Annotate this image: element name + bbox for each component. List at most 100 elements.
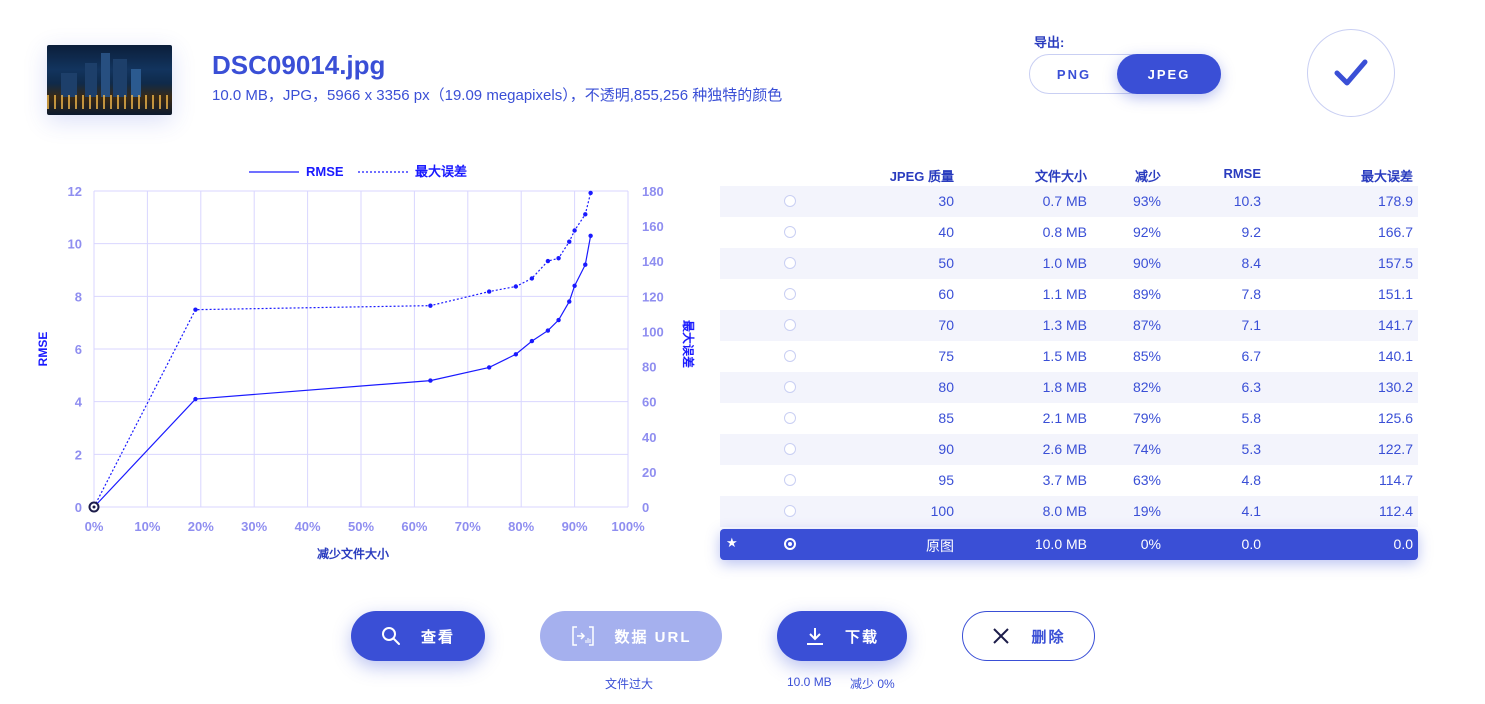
format-png-option[interactable]: PNG (1030, 54, 1118, 94)
y2-tick-label: 80 (642, 360, 656, 375)
data-url-button[interactable]: 数据 URL (540, 611, 722, 661)
cell-rmse: 10.3 (1233, 193, 1261, 209)
rmse-point (567, 299, 572, 304)
quality-radio[interactable] (784, 319, 796, 331)
table-row[interactable]: 75 1.5 MB 85% 6.7 140.1 (720, 341, 1418, 372)
export-label: 导出: (1034, 35, 1065, 50)
quality-table: JPEG 质量 文件大小 减少 RMSE 最大误差 30 0.7 MB 93% 10.… (720, 160, 1418, 560)
delete-button[interactable]: 删除 (962, 611, 1095, 661)
y2-tick-label: 60 (642, 395, 656, 410)
quality-radio[interactable] (784, 443, 796, 455)
table-row[interactable]: ★ 原图 10.0 MB 0% 0.0 0.0 (720, 529, 1418, 560)
table-row[interactable]: 80 1.8 MB 82% 6.3 130.2 (720, 372, 1418, 403)
max-error-point (513, 284, 519, 289)
cell-size: 10.0 MB (1034, 536, 1087, 552)
cell-rmse: 9.2 (1241, 224, 1261, 240)
cell-reduction: 63% (1132, 472, 1161, 488)
rmse-point (588, 233, 593, 238)
quality-radio[interactable] (784, 412, 796, 424)
cell-size: 2.1 MB (1042, 410, 1087, 426)
y2-tick-label: 0 (642, 500, 649, 515)
file-details: 10.0 MB，JPG，5966 x 3356 px（19.09 megapix… (212, 87, 783, 104)
cell-quality: 30 (938, 193, 954, 209)
quality-radio[interactable] (784, 381, 796, 393)
data-url-note: 文件过大 (605, 677, 654, 691)
original-point-dot (92, 505, 96, 509)
y2-axis-label: 最大误差 (681, 320, 696, 368)
cell-rmse: 5.8 (1241, 410, 1261, 426)
search-icon (381, 627, 400, 645)
quality-radio[interactable] (784, 257, 796, 269)
cell-quality: 95 (938, 472, 954, 488)
quality-radio[interactable] (784, 538, 796, 550)
table-row[interactable]: 50 1.0 MB 90% 8.4 157.5 (720, 248, 1418, 279)
table-row[interactable]: 40 0.8 MB 92% 9.2 166.7 (720, 217, 1418, 248)
cell-quality: 原图 (926, 538, 954, 554)
y-tick-label: 10 (68, 237, 82, 252)
cell-size: 2.6 MB (1042, 441, 1087, 457)
table-row[interactable]: 70 1.3 MB 87% 7.1 141.7 (720, 310, 1418, 341)
cell-quality: 75 (938, 348, 954, 364)
y2-tick-label: 180 (642, 184, 664, 199)
cell-quality: 90 (938, 441, 954, 457)
y2-tick-label: 100 (642, 324, 664, 339)
rmse-point (428, 378, 433, 383)
view-button-label: 查看 (420, 628, 455, 646)
file-name: DSC09014.jpg (212, 50, 386, 80)
x-tick-label: 30% (241, 519, 267, 534)
header-size: 文件大小 (1034, 169, 1087, 184)
cell-reduction: 93% (1132, 193, 1161, 209)
rmse-series-line (93, 235, 592, 508)
cell-rmse: 7.1 (1241, 317, 1261, 333)
cell-reduction: 82% (1132, 379, 1161, 395)
quality-radio[interactable] (784, 350, 796, 362)
table-row[interactable]: 60 1.1 MB 89% 7.8 151.1 (720, 279, 1418, 310)
table-row[interactable]: 100 8.0 MB 19% 4.1 112.4 (720, 496, 1418, 527)
y-tick-label: 12 (68, 184, 82, 199)
download-button[interactable]: 下载 (777, 611, 907, 661)
y-axis-label: RMSE (36, 332, 50, 367)
image-thumbnail (47, 45, 172, 115)
max-error-series-line (93, 192, 592, 508)
table-row[interactable]: 95 3.7 MB 63% 4.8 114.7 (720, 465, 1418, 496)
cell-max-error: 125.6 (1377, 410, 1413, 426)
table-row[interactable]: 85 2.1 MB 79% 5.8 125.6 (720, 403, 1418, 434)
cell-rmse: 7.8 (1241, 286, 1261, 302)
rmse-point (556, 317, 561, 323)
cell-reduction: 89% (1132, 286, 1161, 302)
view-button[interactable]: 查看 (351, 611, 485, 661)
y-tick-label: 0 (75, 500, 82, 515)
quality-radio[interactable] (784, 474, 796, 486)
rmse-point (529, 338, 535, 344)
x-axis-label: 减少文件大小 (317, 546, 389, 561)
max-error-point (486, 289, 492, 294)
cell-max-error: 140.1 (1377, 348, 1413, 364)
quality-radio[interactable] (784, 226, 796, 238)
max-error-point (583, 212, 588, 217)
quality-radio[interactable] (784, 505, 796, 517)
legend-max-error-label: 最大误差 (415, 164, 467, 179)
cell-rmse: 0.0 (1241, 536, 1261, 552)
max-error-point (545, 258, 551, 264)
cell-max-error: 122.7 (1377, 441, 1413, 457)
table-row[interactable]: 30 0.7 MB 93% 10.3 178.9 (720, 186, 1418, 217)
quality-radio[interactable] (784, 288, 796, 300)
download-icon (806, 628, 823, 645)
x-tick-label: 20% (188, 519, 214, 534)
checkmark-icon (1334, 59, 1368, 86)
cell-reduction: 19% (1132, 503, 1161, 519)
cell-max-error: 151.1 (1377, 286, 1413, 302)
confirm-button[interactable] (1307, 29, 1395, 117)
rmse-point (545, 328, 551, 333)
cell-quality: 100 (930, 503, 954, 519)
cell-reduction: 85% (1132, 348, 1161, 364)
y-tick-label: 4 (75, 395, 83, 410)
x-tick-label: 60% (401, 519, 427, 534)
max-error-point (572, 228, 577, 233)
max-error-point (567, 239, 572, 244)
cell-size: 1.8 MB (1042, 379, 1087, 395)
header-reduction: 减少 (1134, 169, 1161, 184)
table-row[interactable]: 90 2.6 MB 74% 5.3 122.7 (720, 434, 1418, 465)
format-jpeg-option[interactable]: JPEG (1117, 54, 1221, 94)
quality-radio[interactable] (784, 195, 796, 207)
